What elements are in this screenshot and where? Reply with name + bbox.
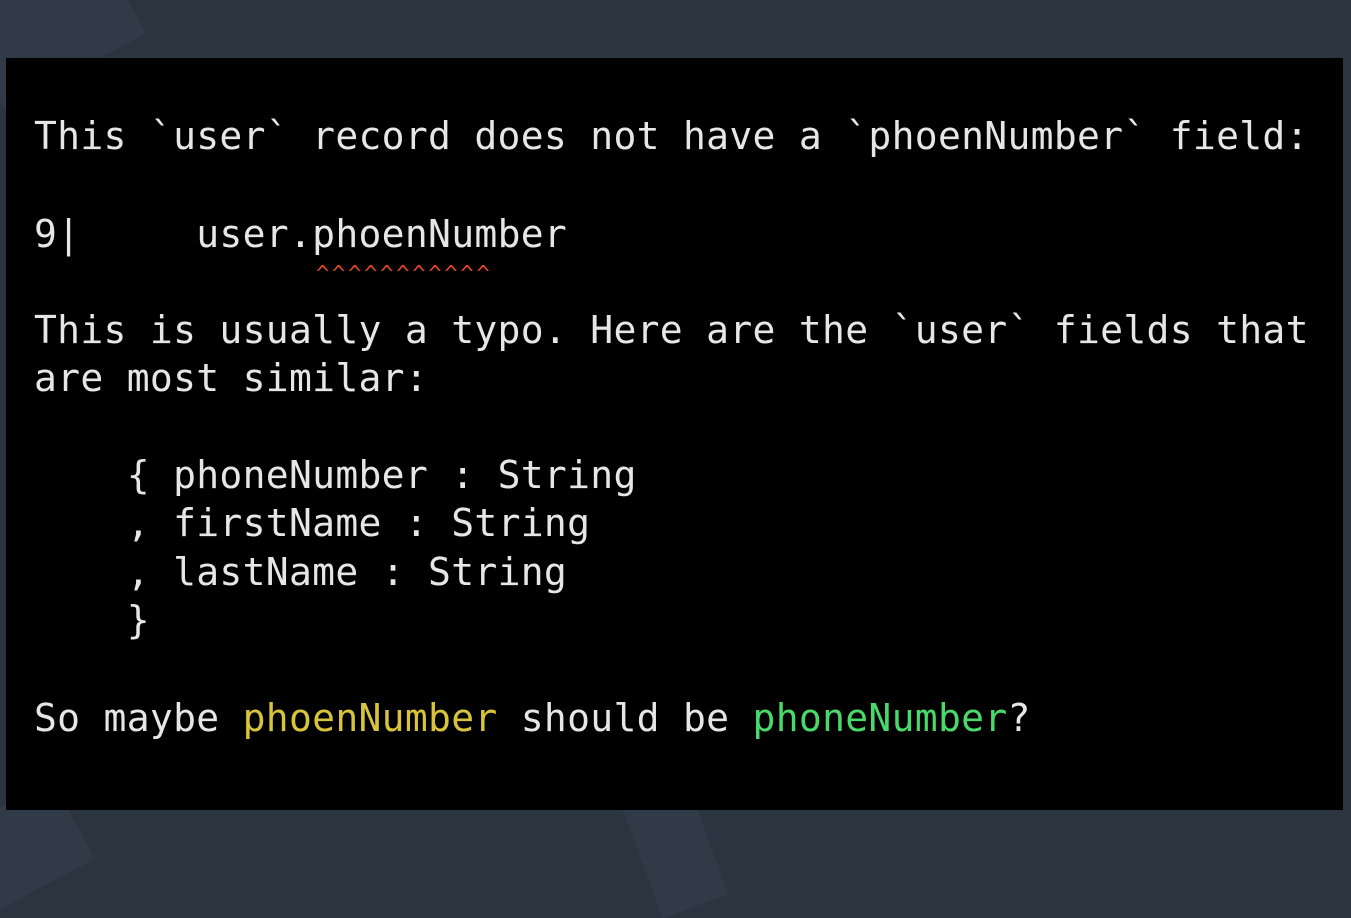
error-header-line: This `user` record does not have a `phoe… xyxy=(34,114,1309,158)
hint-line-2: are most similar: xyxy=(34,356,429,400)
error-caret-underline: ^^^^^^^^^^^ xyxy=(316,262,493,287)
misspelled-field-name: phoenNumber xyxy=(242,696,498,740)
compiler-error-terminal: This `user` record does not have a `phoe… xyxy=(6,58,1343,810)
suggested-field-phone-number: { phoneNumber : String xyxy=(34,451,637,499)
line-number: 9| xyxy=(34,212,81,256)
suggestion-middle: should be xyxy=(497,696,753,740)
field-prefix: { xyxy=(34,453,174,497)
field-prefix: , xyxy=(34,550,174,594)
field-prefix: , xyxy=(34,501,174,545)
record-closing-brace: } xyxy=(34,598,150,642)
field-text: firstName : String xyxy=(173,501,591,545)
field-text: phoneNumber : String xyxy=(173,453,637,497)
code-snippet-line: 9| user.phoenNumber xyxy=(34,210,567,258)
field-text: lastName : String xyxy=(173,550,568,594)
hint-line-1: This is usually a typo. Here are the `us… xyxy=(34,308,1309,352)
suggestion-line: So maybe phoenNumber should be phoneNumb… xyxy=(34,694,1031,742)
code-text: user.phoenNumber xyxy=(196,212,568,256)
suggested-field-last-name: , lastName : String xyxy=(34,548,567,596)
suggested-field-first-name: , firstName : String xyxy=(34,499,590,547)
suggested-field-name: phoneNumber xyxy=(752,696,1008,740)
suggestion-suffix: ? xyxy=(1007,696,1031,740)
suggestion-prefix: So maybe xyxy=(34,696,243,740)
